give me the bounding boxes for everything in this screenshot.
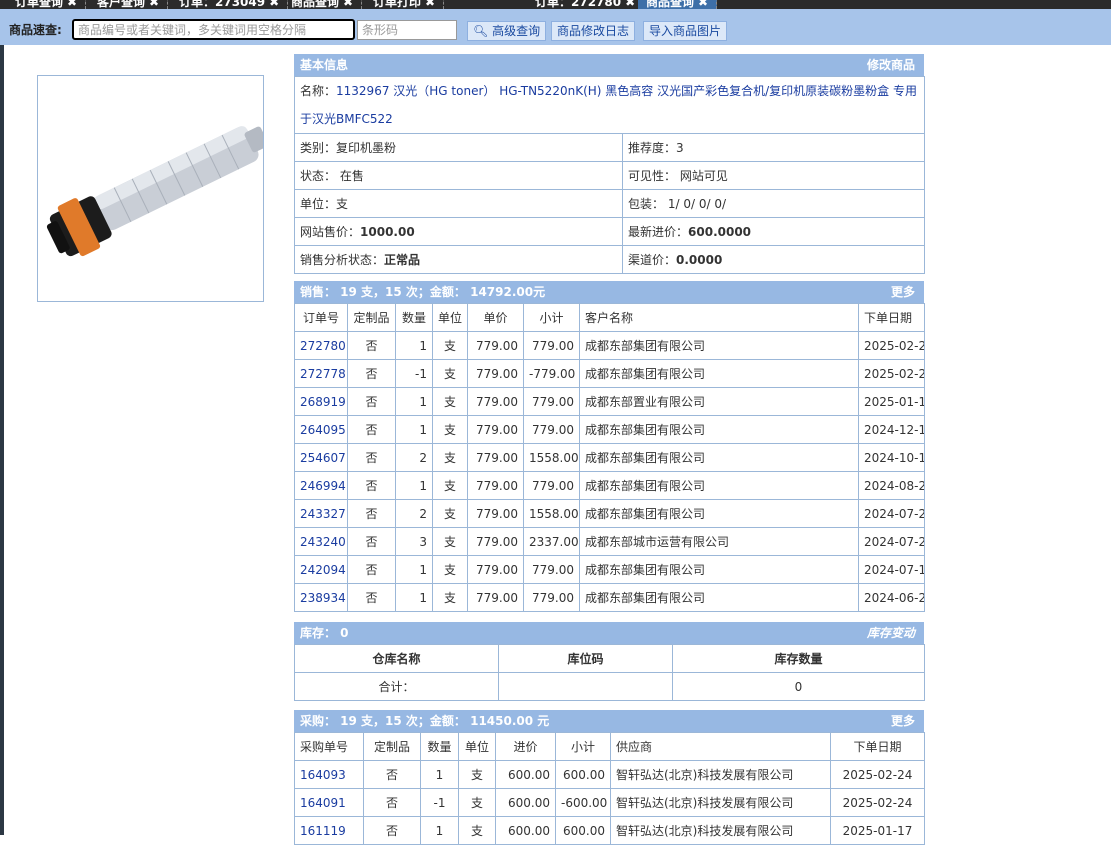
table-row: 246994否1支779.00779.00成都东部集团有限公司2024-08-2… [294,471,925,500]
purchase-header: 采购： 19 支，15 次；金额： 11450.00 元 更多 [294,710,924,732]
purchase-more-link[interactable]: 更多 [891,710,915,732]
product-name-cell: 名称：1132967 汉光（HG toner） HG-TN5220nK(H) 黑… [294,76,925,134]
table-row: 164093 否 1 支 600.00 600.00 智轩弘达(北京)科技发展有限公司 202… [294,760,925,789]
quick-search-label: 商品速查: [9,23,62,37]
order-link[interactable]: 243327 [294,499,348,528]
sales-panel: 销售： 19 支，15 次；金额： 14792.00元 更多 订单号 定制品 数… [294,281,925,612]
order-link[interactable]: 254607 [294,443,348,472]
sales-more-link[interactable]: 更多 [891,281,915,303]
stock-change-link[interactable]: 库存变动 [867,622,915,644]
close-icon[interactable]: ✖ [149,0,159,9]
import-image-button[interactable]: 导入商品图片 [643,21,728,41]
table-row: 272778 否 -1 支 779.00 -779.00 成都东部集团有限公司 2025-02… [294,359,925,388]
category-cell: 类别：复印机墨粉 [294,133,623,162]
close-icon[interactable]: ✖ [343,0,353,9]
purchase-order-link[interactable]: 164093 [294,760,364,789]
tab-order-273049[interactable]: 订单：273049 ✖ [171,0,289,9]
product-name: 1132967 汉光（HG toner） HG-TN5220nK(H) 黑色高容… [300,84,917,126]
table-row: 164091 否 -1 支 600.00 -600.00 智轩弘达(北京)科技发展有限公司 2… [294,788,925,817]
close-icon[interactable]: ✖ [698,0,708,9]
table-row: 272780否1支779.00779.00成都东部集团有限公司2025-02-2… [294,331,925,360]
basic-info-table: 名称：1132967 汉光（HG toner） HG-TN5220nK(H) 黑… [294,76,925,274]
purchase-order-link[interactable]: 161119 [294,816,364,845]
tab-bar: 订单查询 ✖ 客户查询 ✖ 订单：273049 ✖ 商品查询 ✖ 订单打印 ✖ 订单：27… [0,0,1111,9]
search-input[interactable]: 商品编号或者关键词，多关键词用空格分隔 [72,19,355,40]
order-link[interactable]: 246994 [294,471,348,500]
table-row: 268919否1支779.00779.00成都东部置业有限公司2025-01-1… [294,387,925,416]
stock-table: 仓库名称 库位码 库存数量 合计： 0 [294,644,925,701]
package-cell: 包装： 1/ 0/ 0/ 0/ [622,189,925,218]
visibility-cell: 可见性： 网站可见 [622,161,925,190]
toner-cartridge-image [46,126,269,257]
table-row: 242094否1支779.00779.00成都东部集团有限公司2024-07-1… [294,555,925,584]
purchase-order-link[interactable]: 164091 [294,788,364,817]
unit-cell: 单位：支 [294,189,623,218]
table-row: 264095否1支779.00779.00成都东部集团有限公司2024-12-1… [294,415,925,444]
recommend-cell: 推荐度：3 [622,133,925,162]
tab-product-query[interactable]: 商品查询 ✖ [283,0,363,9]
stock-total-row: 合计： 0 [294,672,925,701]
quick-search-toolbar: 商品速查: 商品编号或者关键词，多关键词用空格分隔 条形码 🔍︎ 高级查询 商品… [0,9,1111,45]
purchase-table: 采购单号 定制品 数量 单位 进价 小计 供应商 下单日期 164093 否 1 支 6… [294,732,925,845]
order-link[interactable]: 272778 [294,359,348,388]
close-icon[interactable]: ✖ [269,0,279,9]
table-row: 254607 否 2 支 779.00 1558.00 成都东部集团有限公司 2024-10-… [294,443,925,472]
order-link[interactable]: 243240 [294,527,348,556]
table-row: 238934否1支779.00779.00成都东部集团有限公司2024-06-2… [294,583,925,612]
purchase-panel: 采购： 19 支，15 次；金额： 11450.00 元 更多 采购单号 定制品… [294,710,925,845]
edit-product-link[interactable]: 修改商品 [867,54,915,76]
order-link[interactable]: 264095 [294,415,348,444]
purchase-header-row: 采购单号 定制品 数量 单位 进价 小计 供应商 下单日期 [294,732,925,761]
sales-header-row: 订单号 定制品 数量 单位 单价 小计 客户名称 下单日期 [294,303,925,332]
close-icon[interactable]: ✖ [67,0,77,9]
sales-header: 销售： 19 支，15 次；金额： 14792.00元 更多 [294,281,924,303]
site-price-cell: 网站售价：1000.00 [294,217,623,246]
basic-info-header: 基本信息 修改商品 [294,54,924,76]
tab-product-query-active[interactable]: 商品查询 ✖ [638,0,718,9]
basic-info-panel: 基本信息 修改商品 名称：1132967 汉光（HG toner） HG-TN5… [294,54,925,274]
table-row: 243327 否 2 支 779.00 1558.00 成都东部集团有限公司 2024-07-… [294,499,925,528]
close-icon[interactable]: ✖ [625,0,635,9]
advanced-search-button[interactable]: 🔍︎ 高级查询 [467,21,547,41]
product-image [37,75,269,302]
stock-panel: 库存： 0 库存变动 仓库名称 库位码 库存数量 合计： 0 [294,622,925,701]
sales-table: 订单号 定制品 数量 单位 单价 小计 客户名称 下单日期 272780 否 1 支 7… [294,303,925,612]
left-edge-strip [0,9,4,835]
latest-cost-cell: 最新进价：600.0000 [622,217,925,246]
stock-header-row: 仓库名称 库位码 库存数量 [294,644,925,673]
order-link[interactable]: 242094 [294,555,348,584]
barcode-input[interactable]: 条形码 [357,20,457,40]
tab-order-272780[interactable]: 订单：272780 ✖ [527,0,645,9]
stock-header: 库存： 0 库存变动 [294,622,924,644]
table-row: 161119 否 1 支 600.00 600.00 智轩弘达(北京)科技发展有限公司 202… [294,816,925,845]
order-link[interactable]: 272780 [294,331,348,360]
tab-order-query[interactable]: 订单查询 ✖ [7,0,87,9]
close-icon[interactable]: ✖ [425,0,435,9]
product-log-button[interactable]: 商品修改日志 [551,21,636,41]
channel-price-cell: 渠道价：0.0000 [622,245,925,274]
tab-order-print[interactable]: 订单打印 ✖ [365,0,445,9]
search-icon: 🔍︎ [473,24,489,38]
order-link[interactable]: 268919 [294,387,348,416]
sales-status-cell: 销售分析状态：正常品 [294,245,623,274]
table-row: 243240 否 3 支 779.00 2337.00 成都东部城市运营有限公司 2024-0… [294,527,925,556]
status-cell: 状态： 在售 [294,161,623,190]
order-link[interactable]: 238934 [294,583,348,612]
tab-customer-query[interactable]: 客户查询 ✖ [89,0,169,9]
